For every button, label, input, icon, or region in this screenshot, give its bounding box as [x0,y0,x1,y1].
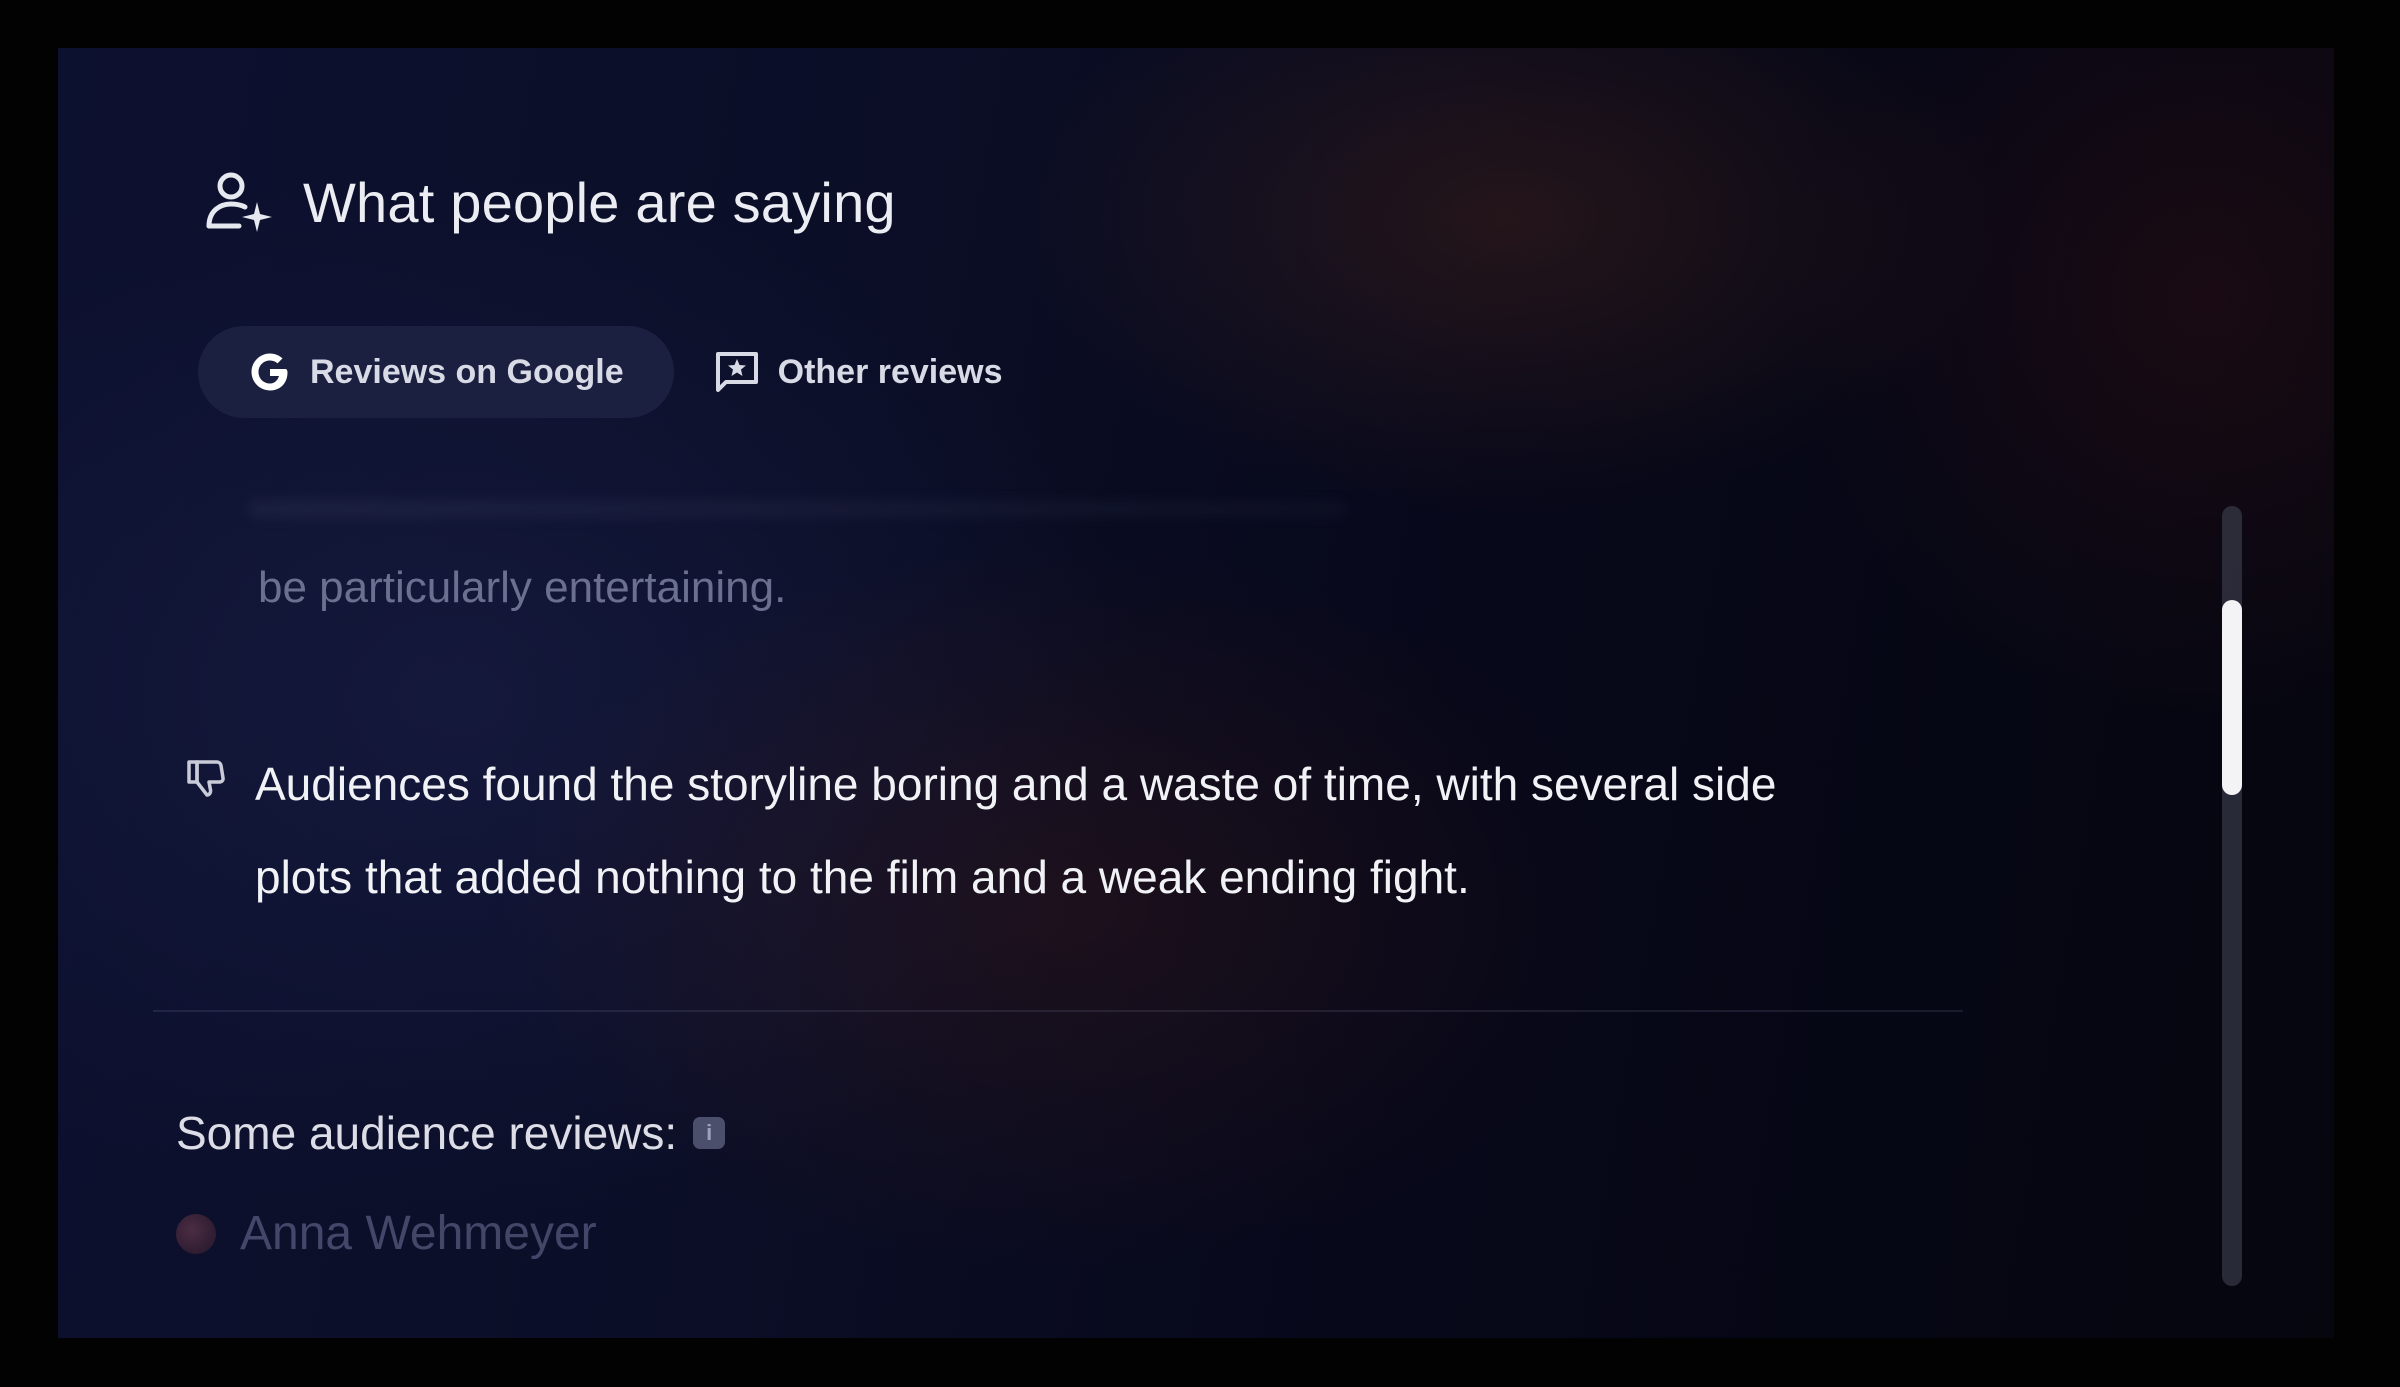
google-g-icon [248,350,292,394]
section-header: What people are saying [203,168,896,236]
summary-partial-text: be particularly entertaining. [258,563,787,612]
tab-label: Other reviews [777,352,1003,391]
summary-con-text: Audiences found the storyline boring and… [255,758,1777,903]
audience-reviews-label: Some audience reviews: [176,1107,678,1159]
audience-reviews-heading: Some audience reviews: i [176,1106,726,1160]
tab-label: Reviews on Google [310,352,624,391]
reviewer-item[interactable]: Anna Wehmeyer [176,1206,597,1261]
tab-other-reviews[interactable]: Other reviews [674,326,1053,418]
info-icon[interactable]: i [693,1117,726,1149]
star-comment-icon [714,350,760,394]
section-title: What people are saying [303,170,896,234]
reviews-panel: What people are saying Reviews on Google… [58,48,2334,1338]
tab-reviews-on-google[interactable]: Reviews on Google [198,326,674,418]
scrolled-text-fade [248,500,1348,518]
thumbs-down-icon [187,760,225,797]
review-tabs: Reviews on Google Other reviews [198,326,1053,418]
scrollbar-thumb[interactable] [2222,600,2242,795]
avatar [176,1213,216,1254]
section-divider [153,1010,1963,1012]
person-sparkle-icon [206,172,272,232]
reviewer-name: Anna Wehmeyer [240,1207,597,1260]
